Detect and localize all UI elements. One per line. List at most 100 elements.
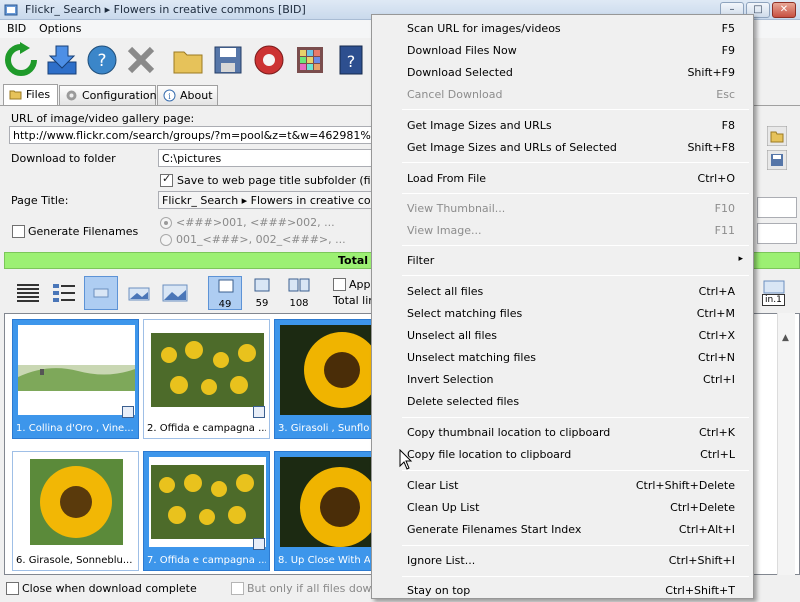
menu-item-copy-file-location[interactable]: Copy file location to clipboard Ctrl+L bbox=[372, 444, 753, 466]
cancel-icon[interactable] bbox=[123, 42, 159, 78]
mouse-cursor-icon bbox=[399, 449, 413, 470]
menu-item-delete-selected[interactable]: Delete selected files bbox=[372, 391, 753, 413]
menu-item-copy-thumbnail-location[interactable]: Copy thumbnail location to clipboard Ctrl… bbox=[372, 422, 753, 444]
help-globe-icon[interactable]: ? bbox=[84, 42, 120, 78]
save-subfolder-checkbox[interactable] bbox=[160, 172, 173, 187]
menu-item-ignore-list[interactable]: Ignore List... Ctrl+Shift+I bbox=[372, 550, 753, 572]
tab-about[interactable]: i About bbox=[157, 85, 218, 105]
thumbnail-item[interactable]: 8. Up Close With A S bbox=[274, 451, 375, 571]
menu-item-label: Copy file location to clipboard bbox=[407, 448, 572, 461]
menu-item-label: Unselect matching files bbox=[407, 351, 536, 364]
menu-separator bbox=[402, 109, 749, 110]
thumbnail-caption: 8. Up Close With A S bbox=[278, 555, 370, 566]
small-thumb-view-button[interactable] bbox=[84, 276, 118, 310]
thumbnail-item[interactable]: 7. Offida e campagna ... bbox=[143, 451, 270, 571]
generate-filenames-checkbox[interactable] bbox=[12, 225, 25, 238]
thumbnail-image bbox=[280, 457, 375, 547]
menu-item-generate-filenames-start-index[interactable]: Generate Filenames Start Index Ctrl+Alt+I bbox=[372, 519, 753, 541]
close-when-done-label: Close when download complete bbox=[22, 582, 197, 595]
menu-separator bbox=[402, 545, 749, 546]
menu-item-download-files-now[interactable]: Download Files Now F9 bbox=[372, 40, 753, 62]
list-view-icon[interactable] bbox=[47, 276, 81, 310]
menu-item-shortcut: Ctrl+I bbox=[702, 373, 735, 386]
folder-icon[interactable] bbox=[170, 42, 206, 78]
submenu-arrow-icon: ▸ bbox=[738, 254, 743, 264]
append-checkbox[interactable] bbox=[333, 278, 346, 291]
save-icon[interactable] bbox=[210, 42, 246, 78]
menu-item-invert-selection[interactable]: Invert Selection Ctrl+I bbox=[372, 369, 753, 391]
help-book-icon[interactable]: ? bbox=[333, 42, 369, 78]
save-path-icon[interactable] bbox=[767, 150, 787, 170]
tab-files[interactable]: Files bbox=[3, 84, 58, 106]
size-49-button[interactable]: 49 bbox=[208, 276, 242, 310]
grid-scrollbar[interactable]: ▲ bbox=[777, 313, 795, 575]
menu-item-clear-list[interactable]: Clear List Ctrl+Shift+Delete bbox=[372, 475, 753, 497]
thumbnail-item[interactable]: 1. Collina d'Oro , Vine... bbox=[12, 319, 139, 439]
menu-item-clean-up-list[interactable]: Clean Up List Ctrl+Delete bbox=[372, 497, 753, 519]
menu-separator bbox=[402, 193, 749, 194]
menu-item-select-matching[interactable]: Select matching files Ctrl+M bbox=[372, 303, 753, 325]
thumb-size-icon bbox=[218, 279, 234, 293]
menu-item-unselect-matching[interactable]: Unselect matching files Ctrl+N bbox=[372, 347, 753, 369]
thumbnail-item[interactable]: 2. Offida e campagna ... bbox=[143, 319, 270, 439]
menu-separator bbox=[402, 470, 749, 471]
close-button[interactable]: ✕ bbox=[772, 2, 796, 18]
thumb-size-icon bbox=[288, 278, 310, 292]
filenames-extra-input[interactable] bbox=[757, 223, 797, 244]
only-if-all-checkbox[interactable] bbox=[231, 582, 244, 595]
menu-item-load-from-file[interactable]: Load From File Ctrl+O bbox=[372, 168, 753, 190]
menu-item-download-selected[interactable]: Download Selected Shift+F9 bbox=[372, 62, 753, 84]
large-thumb-view-icon[interactable] bbox=[158, 276, 192, 310]
thumbnail-item[interactable]: 6. Girasole, Sonneblu... bbox=[12, 451, 139, 571]
menu-item-shortcut: Shift+F9 bbox=[687, 66, 735, 79]
menu-item-shortcut: Ctrl+Shift+Delete bbox=[635, 479, 735, 492]
menu-bid[interactable]: BID bbox=[7, 22, 26, 35]
refresh-icon[interactable] bbox=[3, 42, 39, 78]
grid-view-icon[interactable] bbox=[292, 42, 328, 78]
pattern1-label: <###>001, <###>002, ... bbox=[176, 216, 335, 229]
details-view-icon[interactable] bbox=[11, 276, 45, 310]
svg-text:?: ? bbox=[347, 52, 356, 71]
download-icon[interactable] bbox=[44, 42, 80, 78]
thumbnail-item[interactable]: 3. Girasoli , Sunflowe bbox=[274, 319, 375, 439]
pattern1-radio[interactable] bbox=[160, 217, 172, 229]
view-image-icon[interactable] bbox=[763, 280, 785, 294]
page-title-input[interactable]: Flickr_ Search ▸ Flowers in creative com… bbox=[158, 191, 378, 209]
menu-item-label: Select matching files bbox=[407, 307, 523, 320]
tab-configuration[interactable]: Configuration bbox=[59, 85, 157, 105]
menu-item-get-image-sizes[interactable]: Get Image Sizes and URLs F8 bbox=[372, 115, 753, 137]
browse-folder-icon[interactable] bbox=[767, 126, 787, 146]
menu-options[interactable]: Options bbox=[39, 22, 81, 35]
menu-item-label: Clear List bbox=[407, 479, 459, 492]
thumbnail-caption: 2. Offida e campagna ... bbox=[147, 423, 266, 434]
menu-item-select-all[interactable]: Select all files Ctrl+A bbox=[372, 281, 753, 303]
menu-item-scan-url[interactable]: Scan URL for images/videos F5 bbox=[372, 18, 753, 40]
url-label: URL of image/video gallery page: bbox=[11, 112, 195, 125]
menu-item-filter[interactable]: Filter ▸ bbox=[372, 250, 753, 272]
menu-item-view-thumbnail: View Thumbnail... F10 bbox=[372, 198, 753, 220]
download-folder-input[interactable]: C:\pictures bbox=[158, 149, 378, 167]
close-when-done-checkbox[interactable] bbox=[6, 582, 19, 595]
size-108-button[interactable]: 108 bbox=[282, 276, 316, 310]
thumbnail-image bbox=[149, 325, 266, 415]
scroll-up-icon[interactable]: ▲ bbox=[782, 333, 789, 343]
menu-item-shortcut: Ctrl+O bbox=[697, 172, 735, 185]
pattern2-radio[interactable] bbox=[160, 234, 172, 246]
settings-gear-icon[interactable] bbox=[251, 42, 287, 78]
menu-item-label: Download Selected bbox=[407, 66, 513, 79]
size-59-button[interactable]: 59 bbox=[245, 276, 279, 310]
medium-thumb-view-icon[interactable] bbox=[122, 276, 156, 310]
page-title-extra-input[interactable] bbox=[757, 197, 797, 218]
menu-item-unselect-all[interactable]: Unselect all files Ctrl+X bbox=[372, 325, 753, 347]
tab-configuration-label: Configuration bbox=[82, 89, 157, 102]
menu-item-shortcut: Ctrl+N bbox=[697, 351, 735, 364]
window-title: Flickr_ Search ▸ Flowers in creative com… bbox=[25, 3, 306, 16]
menu-item-get-image-sizes-selected[interactable]: Get Image Sizes and URLs of Selected Shif… bbox=[372, 137, 753, 159]
size-49-label: 49 bbox=[218, 299, 232, 310]
thumbnail-image bbox=[18, 457, 135, 547]
thumbnail-image bbox=[18, 325, 135, 415]
tab-bar: Files Configuration i About bbox=[0, 84, 375, 106]
url-input[interactable]: http://www.flickr.com/search/groups/?m=p… bbox=[9, 126, 379, 144]
menu-item-label: Get Image Sizes and URLs bbox=[407, 119, 552, 132]
page-title-label: Page Title: bbox=[11, 194, 69, 207]
